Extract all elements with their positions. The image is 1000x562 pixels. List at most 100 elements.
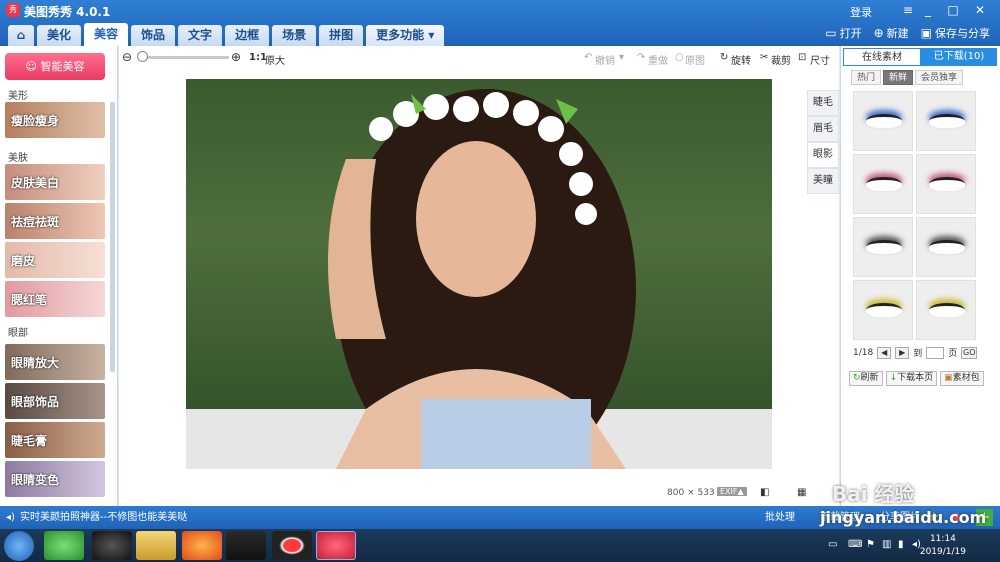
start-button[interactable] [4, 531, 34, 561]
undo-icon[interactable]: ↶ [584, 52, 592, 63]
refresh-button[interactable]: ↻刷新 [849, 371, 883, 386]
download-page-button[interactable]: ↓下载本页 [885, 371, 938, 386]
taskbar-app-meitu[interactable] [316, 531, 356, 560]
zoom-slider-handle[interactable] [137, 51, 148, 62]
taskbar-app-recorder[interactable] [272, 531, 312, 560]
taskbar-app-iqiyi[interactable] [226, 531, 266, 560]
status-tip[interactable]: 实时美颜拍照神器--不修图也能美美哒 [20, 506, 187, 529]
original-size-button[interactable]: 原大 [265, 52, 285, 67]
network-icon[interactable]: ▥ [882, 539, 891, 550]
taskbar-app-firefox[interactable] [182, 531, 222, 560]
menu-icon[interactable]: ≡ [898, 2, 918, 18]
preview-icon[interactable]: ▦ [797, 487, 806, 498]
zoom-out-icon[interactable]: ⊖ [122, 50, 132, 64]
next-page-button[interactable]: ▶ [895, 346, 910, 359]
vtab-eyelash[interactable]: 睫毛 [807, 90, 839, 116]
rotate-icon[interactable]: ↻ [720, 52, 728, 63]
vtab-eyeshadow[interactable]: 眼影 [807, 142, 839, 168]
download-icon: ↓ [889, 373, 898, 383]
redo-icon[interactable]: ↷ [637, 52, 645, 63]
compare-icon[interactable]: ◧ [760, 487, 769, 498]
material-item[interactable] [916, 217, 976, 277]
redo-button[interactable]: 重做 [648, 52, 668, 67]
subtab-hot[interactable]: 热门 [851, 70, 882, 85]
close-button[interactable]: ✕ [970, 2, 990, 18]
security-icon[interactable]: ⚑ [866, 539, 875, 550]
reset-icon[interactable]: ○ [675, 52, 684, 63]
open-button[interactable]: ▭ 打开 [825, 24, 861, 43]
keyboard-icon[interactable]: ▭ [828, 539, 837, 550]
new-button[interactable]: ⊕ 新建 [874, 24, 909, 43]
crop-button[interactable]: 裁剪 [771, 52, 791, 67]
rotate-button[interactable]: 旋转 [731, 52, 751, 67]
taskbar-app-360[interactable] [44, 531, 84, 560]
tab-beauty[interactable]: 美容 [84, 23, 129, 46]
vtab-contacts[interactable]: 美瞳 [807, 168, 839, 194]
crop-icon[interactable]: ✂ [760, 52, 768, 63]
tab-online-materials[interactable]: 在线素材 [843, 48, 921, 66]
left-scrollbar[interactable] [110, 102, 115, 372]
material-item[interactable] [916, 91, 976, 151]
ime-icon[interactable]: ⌨ [848, 539, 862, 550]
feature-eye-accessory[interactable]: 眼部饰品 [5, 383, 105, 419]
material-pack-button[interactable]: ▣素材包 [940, 371, 984, 386]
taskbar-app-qq[interactable] [92, 531, 132, 560]
app-title: 美图秀秀 4.0.1 [24, 5, 111, 19]
size-button[interactable]: 尺寸 [810, 52, 830, 67]
tab-more[interactable]: 更多功能 ▾ [366, 25, 445, 46]
tab-collage[interactable]: 拼图 [319, 25, 364, 46]
clock[interactable]: 11:14 2019/1/19 [920, 533, 966, 559]
face-icon: ☺ [25, 60, 41, 73]
maximize-button[interactable]: □ [943, 2, 963, 18]
material-item[interactable] [853, 154, 913, 214]
login-link[interactable]: 登录 [850, 4, 872, 20]
subtab-member[interactable]: 会员独享 [915, 70, 964, 85]
photo-canvas[interactable] [186, 79, 772, 469]
eyeshadow-swatch-icon [866, 114, 902, 128]
material-item[interactable] [853, 217, 913, 277]
page-input[interactable] [926, 346, 945, 359]
smart-beauty-button[interactable]: ☺ 智能美容 [5, 53, 105, 80]
minimize-button[interactable]: _ [918, 2, 938, 18]
resize-icon[interactable]: ⊡ [798, 52, 806, 63]
undo-dropdown-icon[interactable]: ▾ [619, 52, 624, 63]
material-item[interactable] [916, 154, 976, 214]
tab-accessories[interactable]: 饰品 [131, 25, 176, 46]
eyeshadow-swatch-icon [929, 303, 965, 317]
prev-page-button[interactable]: ◀ [877, 346, 892, 359]
title-bar: 秀 美图秀秀 4.0.1 登录 ≡ _ □ ✕ ⌂ 美化 美容 饰品 文字 边框… [0, 0, 1000, 46]
signal-icon[interactable]: ▮ [898, 539, 904, 550]
material-item[interactable] [853, 91, 913, 151]
tab-downloaded[interactable]: 已下载(10) [921, 48, 997, 66]
feature-eye-color[interactable]: 眼睛变色 [5, 461, 105, 497]
tab-beautify[interactable]: 美化 [37, 25, 82, 46]
save-share-button[interactable]: ▣ 保存与分享 [921, 24, 990, 43]
material-item[interactable] [853, 280, 913, 340]
vtab-eyebrow[interactable]: 眉毛 [807, 116, 839, 142]
folder-icon: ▭ [825, 26, 837, 40]
taskbar-app-explorer[interactable] [136, 531, 176, 560]
undo-button[interactable]: 撤销 [595, 52, 615, 67]
home-tab[interactable]: ⌂ [8, 25, 34, 46]
feature-blush[interactable]: 腮红笔 [5, 281, 105, 317]
subtab-new[interactable]: 新鲜 [883, 70, 914, 85]
reset-button[interactable]: 原图 [685, 52, 705, 67]
feature-slim[interactable]: 瘦脸瘦身 [5, 102, 105, 138]
zoom-slider[interactable] [139, 56, 229, 59]
tab-border[interactable]: 边框 [225, 25, 270, 46]
tab-text[interactable]: 文字 [178, 25, 223, 46]
feature-eye-enlarge[interactable]: 眼睛放大 [5, 344, 105, 380]
feature-acne[interactable]: 祛痘祛斑 [5, 203, 105, 239]
feature-label: 眼睛变色 [11, 473, 60, 487]
material-item[interactable] [916, 280, 976, 340]
zoom-in-icon[interactable]: ⊕ [231, 50, 241, 64]
photo-width: 800 [667, 488, 685, 498]
feature-mascara[interactable]: 睫毛膏 [5, 422, 105, 458]
page-indicator: 1/18 [853, 347, 874, 358]
go-button[interactable]: GO [961, 346, 978, 359]
tab-scene[interactable]: 场景 [272, 25, 317, 46]
batch-button[interactable]: 批处理 [765, 506, 795, 529]
exif-button[interactable]: EXIF▲ [717, 487, 747, 496]
feature-smooth[interactable]: 磨皮 [5, 242, 105, 278]
feature-whitening[interactable]: 皮肤美白 [5, 164, 105, 200]
